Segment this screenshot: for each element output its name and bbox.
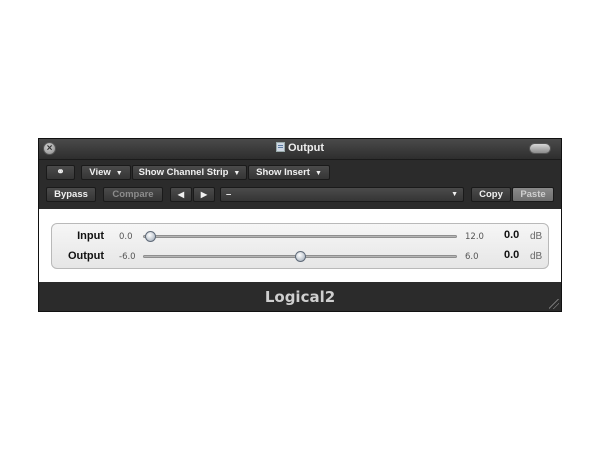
compare-button[interactable]: Compare: [103, 187, 163, 202]
param-min: 0.0: [119, 232, 133, 242]
param-unit: dB: [530, 231, 543, 242]
chevron-down-icon: ▼: [115, 170, 123, 177]
window-title: Output: [39, 142, 561, 154]
parameter-group: Input 0.0 12.0 0.0 dB Output -6.0 6.0 0.…: [51, 223, 549, 269]
param-min: -6.0: [119, 252, 136, 262]
param-max: 12.0: [465, 232, 484, 242]
document-icon: [275, 142, 285, 152]
toolbar-toggle-button[interactable]: [529, 143, 551, 154]
slider-knob[interactable]: [295, 251, 306, 262]
arrow-right-icon: ▶: [200, 190, 208, 199]
view-menu-button[interactable]: View ▼: [81, 165, 131, 180]
param-row-input: Input 0.0 12.0 0.0 dB: [52, 227, 548, 245]
view-label: View: [89, 167, 111, 178]
preset-select[interactable]: – ▼: [220, 187, 464, 202]
slider-knob[interactable]: [145, 231, 156, 242]
show-channel-strip-button[interactable]: Show Channel Strip ▼: [132, 165, 247, 180]
link-icon: ⚭: [56, 167, 65, 178]
chevron-down-icon: ▼: [233, 170, 241, 177]
preset-value: –: [226, 189, 232, 200]
bypass-button[interactable]: Bypass: [46, 187, 96, 202]
title-bar[interactable]: × Output: [39, 139, 561, 160]
paste-button[interactable]: Paste: [512, 187, 554, 202]
param-name: Input: [77, 230, 104, 242]
plugin-footer: Logical2: [39, 282, 561, 311]
arrow-left-icon: ◀: [177, 190, 185, 199]
input-slider[interactable]: [143, 231, 457, 242]
resize-grip-icon[interactable]: [549, 299, 559, 309]
param-name: Output: [67, 250, 104, 262]
insert-label: Show Insert: [256, 167, 310, 178]
param-row-output: Output -6.0 6.0 0.0 dB: [52, 247, 548, 265]
chevron-down-icon: ▼: [314, 170, 322, 177]
copy-button[interactable]: Copy: [471, 187, 511, 202]
param-value[interactable]: 0.0: [504, 229, 519, 241]
link-button[interactable]: ⚭: [46, 165, 75, 180]
show-insert-button[interactable]: Show Insert ▼: [248, 165, 330, 180]
plugin-panel: Input 0.0 12.0 0.0 dB Output -6.0 6.0 0.…: [39, 209, 561, 282]
plugin-window: × Output ⚭ View ▼ Show Channel Strip ▼ Sho…: [38, 138, 562, 312]
plugin-name: Logical2: [264, 288, 336, 306]
param-max: 6.0: [465, 252, 479, 262]
chevron-down-icon: ▼: [451, 191, 458, 198]
channel-strip-label: Show Channel Strip: [138, 167, 229, 178]
window-title-text: Output: [287, 142, 325, 154]
param-value[interactable]: 0.0: [504, 249, 519, 261]
output-slider[interactable]: [143, 251, 457, 262]
param-unit: dB: [530, 251, 543, 262]
previous-preset-button[interactable]: ◀: [170, 187, 192, 202]
next-preset-button[interactable]: ▶: [193, 187, 215, 202]
